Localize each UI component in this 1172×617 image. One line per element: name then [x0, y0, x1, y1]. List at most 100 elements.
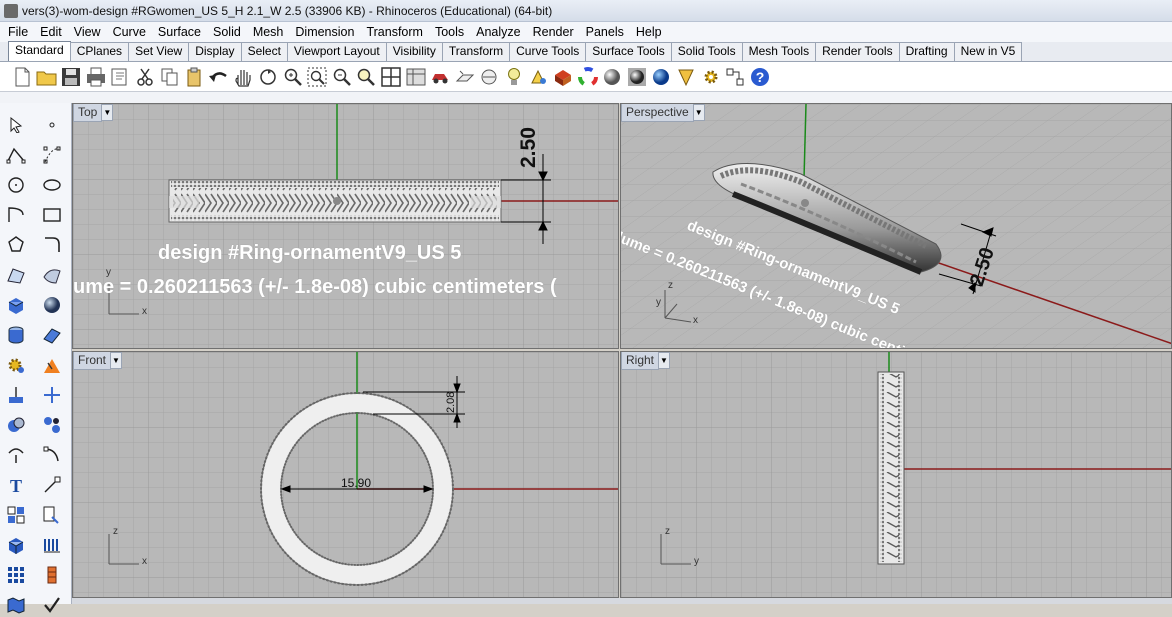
curve-icon[interactable]: [40, 143, 64, 167]
material-icon[interactable]: [551, 65, 575, 89]
boolean-union-icon[interactable]: [4, 413, 28, 437]
sphere-icon[interactable]: [40, 293, 64, 317]
light-icon[interactable]: [502, 65, 526, 89]
viewport-right[interactable]: z y Right ▼: [620, 351, 1172, 598]
tab-drafting[interactable]: Drafting: [898, 42, 955, 61]
tab-viewport-layout[interactable]: Viewport Layout: [286, 42, 387, 61]
tab-cplanes[interactable]: CPlanes: [69, 42, 130, 61]
pan-icon[interactable]: [231, 65, 255, 89]
four-viewports-icon[interactable]: [379, 65, 403, 89]
menu-tools[interactable]: Tools: [429, 22, 470, 42]
tab-solid-tools[interactable]: Solid Tools: [670, 42, 743, 61]
snap-grid-icon[interactable]: [723, 65, 747, 89]
viewport-top[interactable]: 2.50 design #Ring-ornamentV9_US 5 ume = …: [72, 103, 619, 349]
zoom-extents-icon[interactable]: [305, 65, 329, 89]
viewport-name[interactable]: Right: [621, 352, 660, 370]
viewport-name[interactable]: Perspective: [621, 104, 694, 122]
options-icon[interactable]: [699, 65, 723, 89]
viewport-name[interactable]: Front: [73, 352, 112, 370]
menu-solid[interactable]: Solid: [207, 22, 247, 42]
extrude-icon[interactable]: [40, 323, 64, 347]
viewport-menu-chevron-icon[interactable]: ▼: [111, 352, 123, 369]
check-icon[interactable]: [40, 593, 64, 617]
mesh-icon[interactable]: [40, 383, 64, 407]
menu-panels[interactable]: Panels: [580, 22, 630, 42]
group-icon[interactable]: [4, 503, 28, 527]
menu-transform[interactable]: Transform: [360, 22, 429, 42]
transform-icon[interactable]: [40, 353, 64, 377]
zoom-dynamic-icon[interactable]: [354, 65, 378, 89]
viewport-name[interactable]: Top: [73, 104, 103, 122]
map-icon[interactable]: [4, 593, 28, 617]
menu-view[interactable]: View: [68, 22, 107, 42]
camera-icon[interactable]: [428, 65, 452, 89]
split-icon[interactable]: [40, 443, 64, 467]
menu-mesh[interactable]: Mesh: [247, 22, 290, 42]
tab-mesh-tools[interactable]: Mesh Tools: [741, 42, 817, 61]
surface-edge-icon[interactable]: [40, 263, 64, 287]
zoom-window-icon[interactable]: [281, 65, 305, 89]
rectangle-icon[interactable]: [40, 203, 64, 227]
menu-help[interactable]: Help: [630, 22, 668, 42]
viewport-front[interactable]: 15.90 2.08 z x Front ▼: [72, 351, 619, 598]
viewport-menu-chevron-icon[interactable]: ▼: [693, 104, 705, 121]
right-viewport-title[interactable]: Right ▼: [621, 352, 671, 370]
arc-icon[interactable]: [4, 203, 28, 227]
boolean-split-icon[interactable]: [40, 413, 64, 437]
circle-icon[interactable]: [4, 173, 28, 197]
menu-surface[interactable]: Surface: [152, 22, 207, 42]
layer-icon[interactable]: [477, 65, 501, 89]
menu-curve[interactable]: Curve: [107, 22, 152, 42]
render-icon[interactable]: [649, 65, 673, 89]
properties-icon[interactable]: [526, 65, 550, 89]
polygon-icon[interactable]: [4, 233, 28, 257]
grid-array-icon[interactable]: [4, 563, 28, 587]
analyze-icon[interactable]: [4, 383, 28, 407]
zoom-selected-icon[interactable]: [330, 65, 354, 89]
cylinder-icon[interactable]: [4, 323, 28, 347]
rendered-sphere-icon[interactable]: [625, 65, 649, 89]
select-arrow-icon[interactable]: [4, 113, 28, 137]
menu-file[interactable]: File: [2, 22, 34, 42]
copy-icon[interactable]: [158, 65, 182, 89]
history-icon[interactable]: [40, 563, 64, 587]
menu-edit[interactable]: Edit: [34, 22, 68, 42]
tab-visibility[interactable]: Visibility: [385, 42, 443, 61]
color-wheel-icon[interactable]: [576, 65, 600, 89]
tab-set-view[interactable]: Set View: [128, 42, 190, 61]
box-icon[interactable]: [4, 293, 28, 317]
boolean-gear-icon[interactable]: [4, 353, 28, 377]
print-icon[interactable]: [84, 65, 108, 89]
block-icon[interactable]: [40, 503, 64, 527]
viewport-perspective[interactable]: 2.50 design #Ring-ornamentV9_US 5 lume =…: [620, 103, 1172, 349]
tab-curve-tools[interactable]: Curve Tools: [509, 42, 587, 61]
text-icon[interactable]: T: [4, 473, 28, 497]
tab-standard[interactable]: Standard: [8, 41, 71, 61]
import-icon[interactable]: [108, 65, 132, 89]
undo-icon[interactable]: [207, 65, 231, 89]
polyline-icon[interactable]: [4, 143, 28, 167]
solid-box-icon[interactable]: [4, 533, 28, 557]
viewport-menu-chevron-icon[interactable]: ▼: [102, 104, 114, 121]
trim-icon[interactable]: [4, 443, 28, 467]
osnap-icon[interactable]: [674, 65, 698, 89]
help-icon[interactable]: ?: [748, 65, 772, 89]
point-icon[interactable]: [40, 113, 64, 137]
fillet-curve-icon[interactable]: [40, 233, 64, 257]
paste-icon[interactable]: [182, 65, 206, 89]
tab-display[interactable]: Display: [188, 42, 242, 61]
perspective-viewport-title[interactable]: Perspective ▼: [621, 104, 705, 122]
surface-corner-icon[interactable]: [4, 263, 28, 287]
rotate-view-icon[interactable]: [256, 65, 280, 89]
dimension-icon[interactable]: [40, 473, 64, 497]
open-file-icon[interactable]: [35, 65, 59, 89]
viewport-menu-chevron-icon[interactable]: ▼: [659, 352, 671, 369]
tab-select[interactable]: Select: [240, 42, 288, 61]
front-viewport-title[interactable]: Front ▼: [73, 352, 123, 370]
menu-analyze[interactable]: Analyze: [470, 22, 526, 42]
array-icon[interactable]: [40, 533, 64, 557]
menu-dimension[interactable]: Dimension: [289, 22, 360, 42]
menu-render[interactable]: Render: [527, 22, 580, 42]
top-viewport-title[interactable]: Top ▼: [73, 104, 114, 122]
save-icon[interactable]: [59, 65, 83, 89]
